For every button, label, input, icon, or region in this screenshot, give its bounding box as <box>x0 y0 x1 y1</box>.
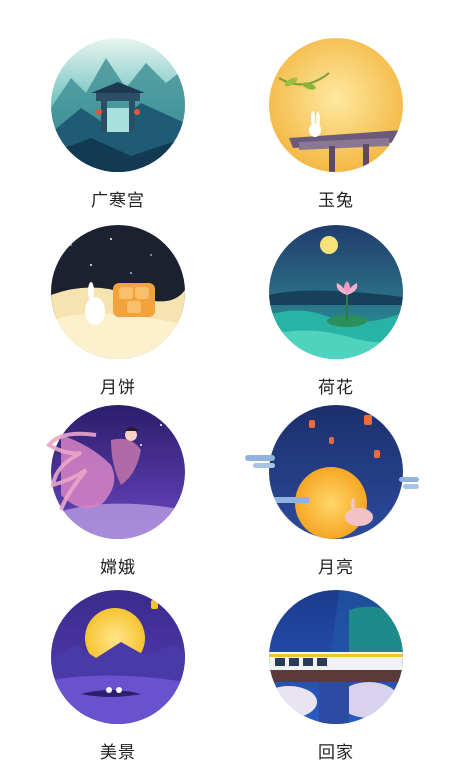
tile-lotus[interactable]: 荷花 <box>259 225 419 415</box>
label-jade-rabbit: 玉兔 <box>318 191 354 211</box>
scenery-illustration <box>51 590 185 724</box>
tile-going-home[interactable]: 回家 <box>259 590 419 780</box>
label-lotus: 荷花 <box>318 378 354 398</box>
tile-moon[interactable]: 月亮 <box>245 405 419 595</box>
tile-scenery[interactable]: 美景 <box>41 590 201 780</box>
lotus-illustration <box>269 225 403 359</box>
label-change: 嫦娥 <box>100 558 136 578</box>
mooncake-illustration <box>51 225 185 359</box>
tile-mooncake[interactable]: 月饼 <box>41 225 201 415</box>
tile-jade-rabbit[interactable]: 玉兔 <box>259 38 419 228</box>
moon-illustration <box>269 405 403 539</box>
label-moon-palace: 广寒宫 <box>91 191 145 211</box>
change-goddess-illustration <box>51 405 185 539</box>
tile-moon-palace[interactable]: 广寒宫 <box>41 38 201 228</box>
label-mooncake: 月饼 <box>100 378 136 398</box>
label-moon: 月亮 <box>318 558 354 578</box>
jade-rabbit-illustration <box>269 38 403 172</box>
label-going-home: 回家 <box>318 743 354 763</box>
moon-palace-illustration <box>51 38 185 172</box>
label-scenery: 美景 <box>100 743 136 763</box>
tile-change[interactable]: 嫦娥 <box>41 405 201 595</box>
going-home-train-illustration <box>269 590 403 724</box>
